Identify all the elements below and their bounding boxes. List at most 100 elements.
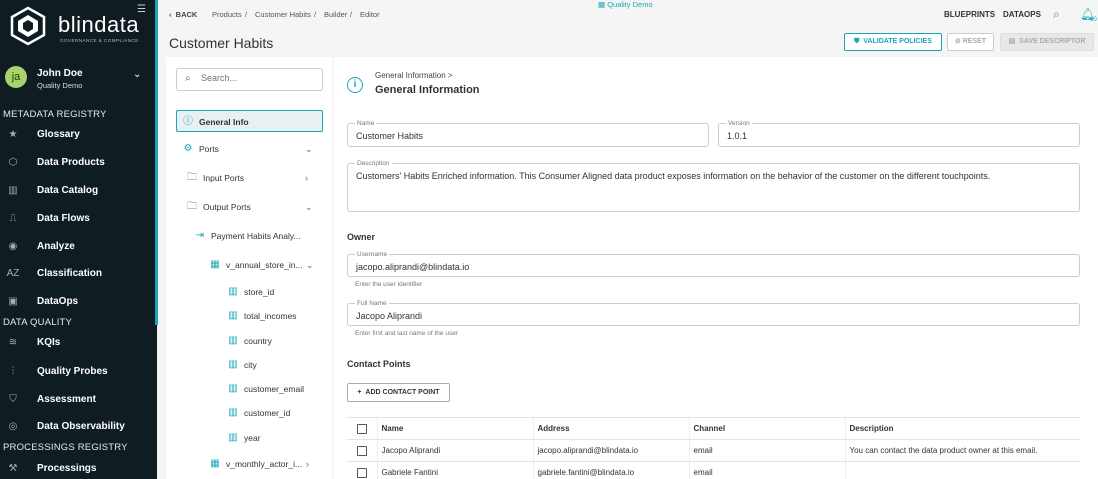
column-header-description[interactable]: Description: [844, 417, 1080, 440]
tree-item-column[interactable]: ▥ year: [227, 430, 322, 450]
user-menu[interactable]: ja John Doe Quality Demo ⌄: [5, 66, 153, 92]
tree-item-ports[interactable]: ⚙ Ports ⌄: [182, 141, 322, 161]
description-field-label: Description: [355, 160, 392, 167]
sidebar-item-label: Assessment: [37, 394, 96, 405]
tree-item-label: customer_email: [244, 384, 304, 394]
name-field[interactable]: Name Customer Habits: [347, 120, 709, 147]
az-icon: AZ: [6, 268, 20, 279]
row-checkbox[interactable]: [357, 445, 367, 456]
tree-item-label: city: [244, 360, 257, 370]
breadcrumb-separator: /: [245, 10, 248, 19]
add-contact-point-button[interactable]: + ADD CONTACT POINT: [347, 383, 450, 402]
version-field[interactable]: Version 1.0.1: [718, 120, 1080, 147]
reset-label: RESET: [962, 38, 987, 45]
sidebar-item-assessment[interactable]: ⛉ Assessment: [0, 389, 155, 411]
cell-channel: email: [688, 439, 845, 462]
brand-name: blindata: [58, 12, 140, 37]
signal-icon: ≋: [8, 337, 18, 348]
description-field-value[interactable]: Customers' Habits Enriched information. …: [356, 171, 990, 181]
tree-search-input[interactable]: [201, 73, 316, 83]
chevron-right-icon[interactable]: ›: [305, 173, 308, 183]
user-name: John Doe: [37, 68, 83, 79]
tree-item-label: customer_id: [244, 408, 291, 418]
back-button[interactable]: ‹ BACK: [169, 10, 197, 19]
username-field[interactable]: Username jacopo.aliprandi@blindata.io: [347, 251, 1080, 277]
section-breadcrumb: General Information >: [375, 71, 453, 80]
sidebar-item-label: Quality Probes: [37, 366, 108, 377]
username-helper-text: Enter the user identifier: [355, 281, 423, 288]
shield-check-icon: ⛊: [854, 38, 860, 45]
general-info-editor: i General Information > General Informat…: [334, 57, 1098, 479]
sidebar-scrollbar[interactable]: [155, 0, 158, 325]
version-field-value[interactable]: 1.0.1: [727, 131, 747, 141]
tree-item-general-info[interactable]: ⓘ General Info: [182, 114, 322, 134]
sidebar-item-dataops[interactable]: ▣ DataOps: [0, 291, 155, 313]
name-field-value[interactable]: Customer Habits: [356, 131, 423, 141]
collapse-menu-icon[interactable]: ☰: [137, 4, 146, 15]
chevron-down-icon[interactable]: ⌄: [305, 202, 313, 213]
tree-item-input-ports[interactable]: 🗀︎ Input Ports ›: [186, 170, 322, 190]
breadcrumb-editor: Editor: [360, 10, 380, 19]
brand-logo[interactable]: blindata GOVERNANCE & COMPLIANCE: [8, 6, 148, 48]
building-icon: ▦: [598, 0, 606, 9]
sidebar-item-processings[interactable]: ⚒ Processings: [0, 458, 155, 479]
sidebar-item-analyze[interactable]: ◉ Analyze: [0, 236, 155, 258]
tree-item-column[interactable]: ▥ city: [227, 357, 322, 377]
save-descriptor-button[interactable]: ▤ SAVE DESCRIPTOR: [1000, 33, 1094, 51]
breadcrumb-customer-habits[interactable]: Customer Habits: [255, 10, 311, 19]
column-header-channel[interactable]: Channel: [688, 417, 845, 440]
sidebar-item-classification[interactable]: AZ Classification: [0, 263, 155, 285]
dataops-icon: ▣: [8, 296, 18, 307]
breadcrumb-products[interactable]: Products: [212, 10, 242, 19]
sidebar-item-data-observability[interactable]: ◎ Data Observability: [0, 416, 155, 438]
hexagon-icon: ⬡: [8, 157, 18, 168]
chevron-down-icon[interactable]: ⌄: [305, 144, 313, 155]
back-label: BACK: [175, 10, 198, 19]
column-header-name[interactable]: Name: [376, 417, 533, 440]
row-checkbox[interactable]: [357, 467, 367, 478]
tree-search[interactable]: ⌕: [176, 68, 323, 91]
username-field-value[interactable]: jacopo.aliprandi@blindata.io: [356, 262, 469, 272]
table-row[interactable]: Gabriele Fantini gabriele.fantini@blinda…: [347, 461, 1080, 479]
search-icon[interactable]: ⌕: [1053, 7, 1060, 22]
nav-blueprints[interactable]: BLUEPRINTS: [944, 10, 995, 19]
description-field[interactable]: Description Customers' Habits Enriched i…: [347, 160, 1080, 212]
full-name-helper-text: Enter first and last name of the user: [355, 330, 458, 337]
chevron-right-icon[interactable]: ›: [306, 459, 309, 469]
name-field-label: Name: [355, 120, 377, 127]
tree-item-column[interactable]: ▥ store_id: [227, 284, 322, 304]
sidebar-item-data-products[interactable]: ⬡ Data Products: [0, 152, 155, 174]
table-icon: ▦: [210, 259, 220, 270]
tree-item-output-ports[interactable]: 🗀︎ Output Ports ⌄: [186, 199, 322, 219]
nav-dataops[interactable]: DATAOPS: [1003, 10, 1041, 19]
table-row[interactable]: Jacopo Aliprandi jacopo.aliprandi@blinda…: [347, 439, 1080, 462]
tree-item-payment-habits[interactable]: ⇥ Payment Habits Analy...: [194, 228, 322, 248]
descriptor-tree-panel: ⌕ ⓘ General Info ⚙ Ports ⌄ 🗀︎ Input Port…: [166, 57, 332, 479]
tree-item-label: General Info: [199, 117, 249, 127]
tenant-indicator[interactable]: ▦ Quality Demo: [598, 0, 653, 9]
column-icon: ▥: [228, 335, 238, 346]
select-all-checkbox[interactable]: [357, 423, 367, 434]
full-name-field[interactable]: Full Name Jacopo Aliprandi: [347, 300, 1080, 326]
sidebar-item-quality-probes[interactable]: ⫶ Quality Probes: [0, 361, 155, 383]
chevron-down-icon[interactable]: ⌄: [133, 69, 141, 80]
breadcrumb-builder[interactable]: Builder: [324, 10, 347, 19]
sidebar-item-label: KQIs: [37, 337, 61, 348]
reset-button[interactable]: ⊘ RESET: [947, 33, 994, 51]
sidebar-item-data-flows[interactable]: ⎍ Data Flows: [0, 208, 155, 230]
full-name-field-value[interactable]: Jacopo Aliprandi: [356, 311, 422, 321]
tree-item-column[interactable]: ▥ total_incomes: [227, 308, 322, 328]
tree-item-column[interactable]: ▥ customer_email: [227, 381, 322, 401]
chevron-down-icon[interactable]: ⌄: [306, 260, 314, 271]
brand-tagline: GOVERNANCE & COMPLIANCE: [60, 38, 139, 43]
tree-item-column[interactable]: ▥ customer_id: [227, 405, 322, 425]
sidebar-item-kqis[interactable]: ≋ KQIs: [0, 332, 155, 354]
sidebar-item-glossary[interactable]: ★ Glossary: [0, 124, 155, 146]
observability-icon: ◎: [8, 421, 18, 432]
column-header-address[interactable]: Address: [532, 417, 689, 440]
sidebar-item-data-catalog[interactable]: ▥ Data Catalog: [0, 180, 155, 202]
tree-item-v-annual-store[interactable]: ▦ v_annual_store_in... ⌄: [209, 257, 322, 277]
tree-item-v-monthly-actor[interactable]: ▦ v_monthly_actor_i... ›: [209, 456, 322, 476]
tree-item-column[interactable]: ▥ country: [227, 333, 322, 353]
validate-policies-button[interactable]: ⛊ VALIDATE POLICIES: [844, 33, 942, 51]
